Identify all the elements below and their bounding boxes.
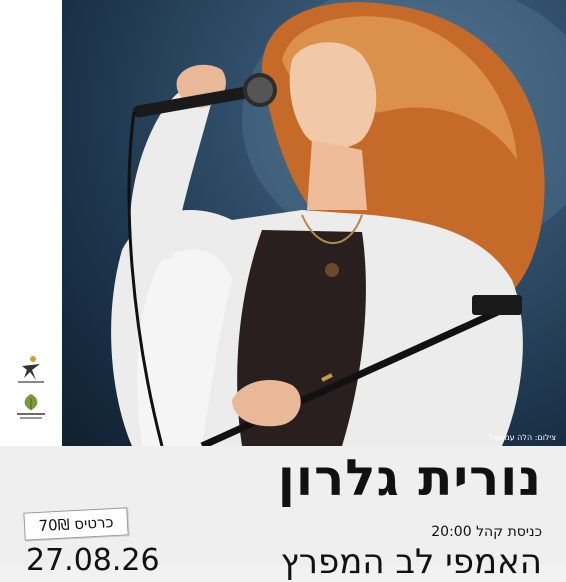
photo-credit: צילום: הלה עמנואל	[488, 433, 556, 442]
artist-name: נורית גלרון	[277, 449, 542, 507]
event-date: 27.08.26	[26, 543, 160, 578]
ticket-price: כרטיס 70₪	[38, 513, 114, 535]
figure-logo-icon	[18, 356, 44, 383]
event-venue: האמפי לב המפרץ	[280, 542, 542, 582]
event-info-panel: נורית גלרון כרטיס 70₪ כניסת קהל 20:00 27…	[0, 446, 566, 581]
singer-photo: צילום: הלה עמנואל	[62, 0, 566, 446]
ticket-price-box: כרטיס 70₪	[23, 507, 129, 541]
leaf-logo-icon	[17, 394, 45, 419]
entry-info: כניסת קהל 20:00	[431, 524, 542, 540]
singer-illustration	[111, 0, 566, 446]
entry-label: כניסת קהל	[476, 524, 542, 540]
entry-time: 20:00	[431, 524, 472, 540]
left-logo-strip	[0, 0, 62, 446]
